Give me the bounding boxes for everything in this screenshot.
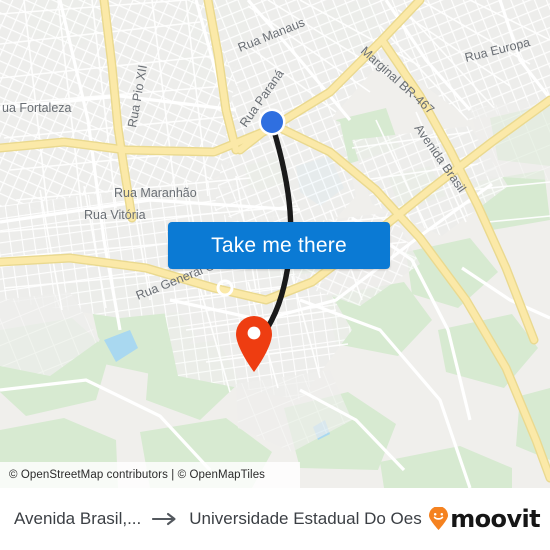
trip-origin-label[interactable]: Avenida Brasil,... (14, 509, 141, 529)
trip-summary-bar: Avenida Brasil,... Universidade Estadual… (0, 488, 550, 550)
moovit-pin-icon (428, 507, 449, 531)
take-me-there-button[interactable]: Take me there (168, 222, 390, 269)
moovit-trip-map-screen: Rua Manaus Rua Europa ua Fortaleza Rua P… (0, 0, 550, 550)
moovit-logo[interactable]: moovit (428, 505, 541, 533)
street-label-rua-maranhao: Rua Maranhão (114, 186, 197, 200)
street-label-rua-vitoria: Rua Vitória (84, 208, 146, 222)
map-canvas[interactable]: Rua Manaus Rua Europa ua Fortaleza Rua P… (0, 0, 550, 488)
arrow-right-icon (152, 512, 178, 526)
map-attribution: © OpenStreetMap contributors | © OpenMap… (0, 462, 300, 488)
map-attribution-text: © OpenStreetMap contributors | © OpenMap… (9, 469, 266, 481)
origin-dot-marker (258, 108, 286, 136)
street-label-rua-fortaleza: ua Fortaleza (2, 101, 72, 115)
moovit-wordmark: moovit (450, 505, 540, 533)
trip-destination-label[interactable]: Universidade Estadual Do Oeste ... (189, 509, 422, 529)
